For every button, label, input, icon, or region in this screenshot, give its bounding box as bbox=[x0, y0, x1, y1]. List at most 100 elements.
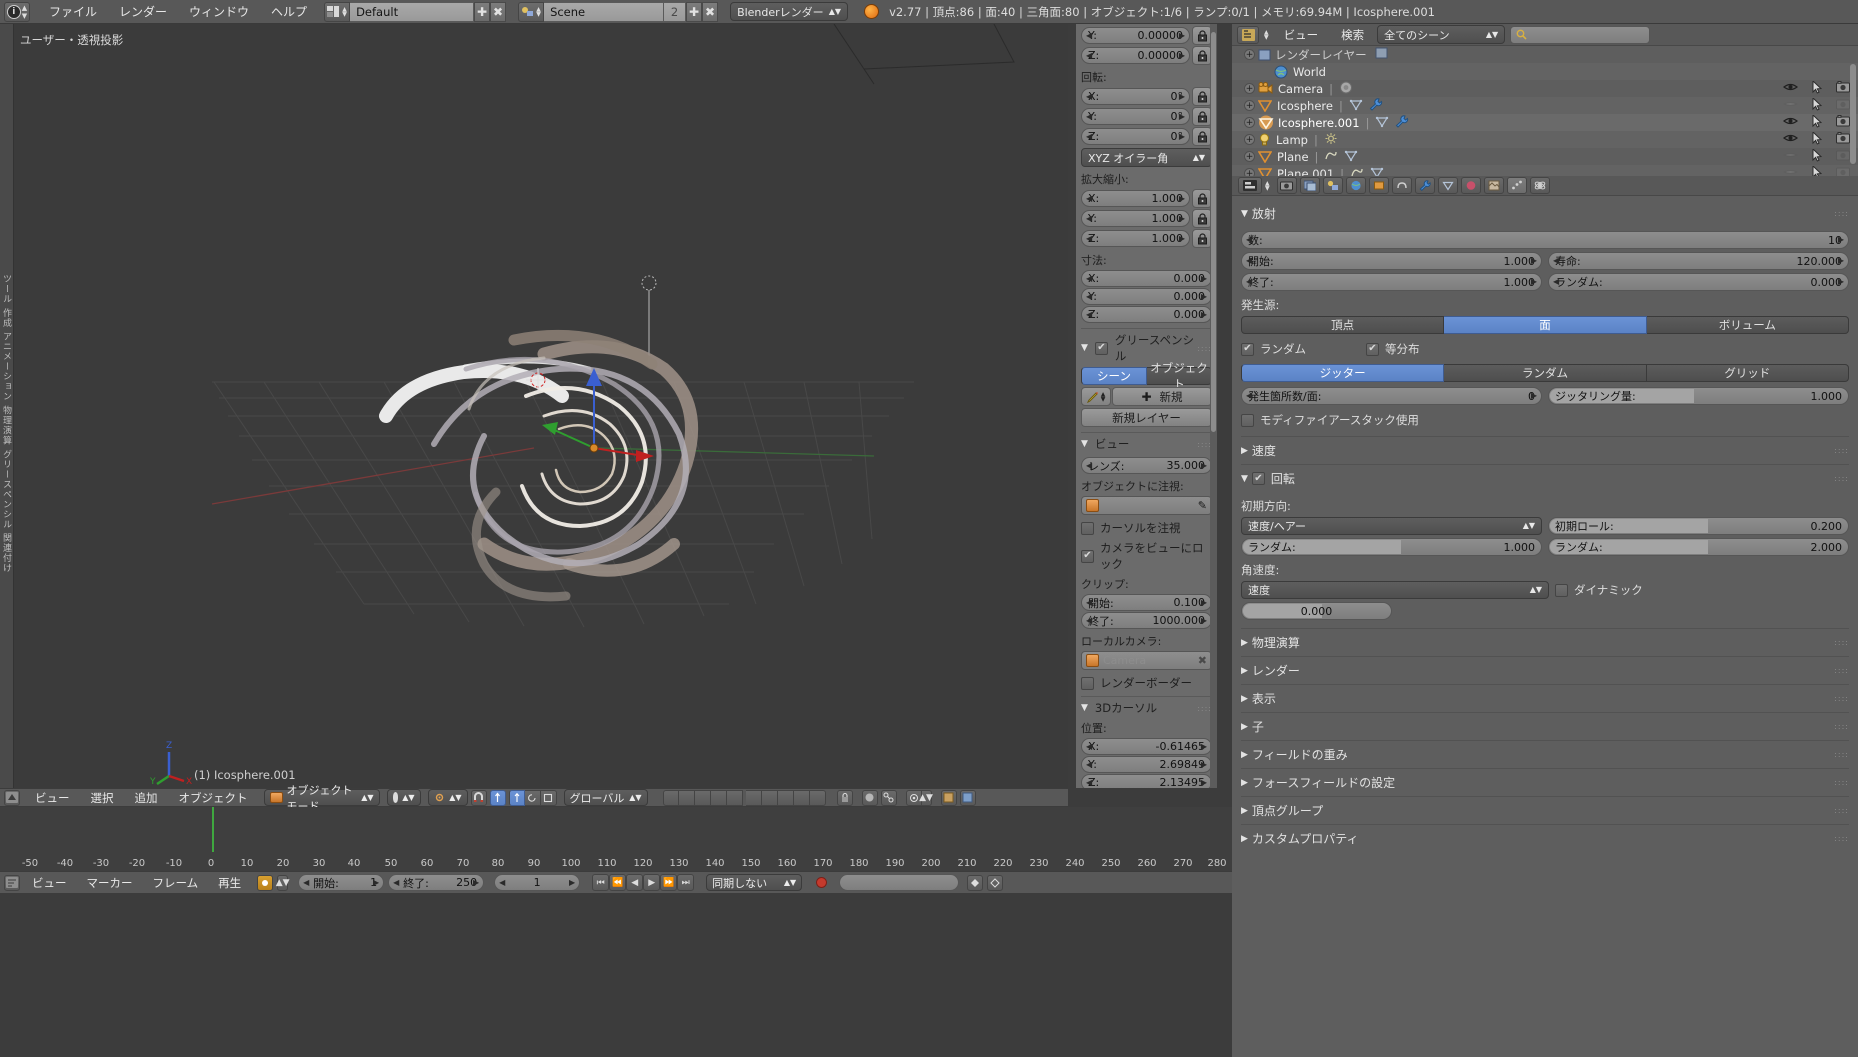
location-z-field[interactable]: Z: 0.00000 bbox=[1081, 47, 1190, 64]
frame-start-field[interactable]: ◀ 開始: 1 ▶ bbox=[298, 874, 385, 891]
random-orientation-field[interactable]: ランダム: 1.000 bbox=[1241, 538, 1542, 556]
camera-data-icon[interactable] bbox=[1339, 81, 1354, 97]
rotation-y-field[interactable]: Y: 0° bbox=[1081, 108, 1190, 125]
jump-to-end-button[interactable]: ⏭ bbox=[677, 874, 695, 891]
outliner-menu-search[interactable]: 検索 bbox=[1333, 27, 1372, 43]
visibility-eye-icon[interactable] bbox=[1783, 133, 1798, 146]
force-field-panel-header[interactable]: ▶ フォースフィールドの設定 :::: bbox=[1241, 768, 1849, 796]
visibility-eye-icon[interactable] bbox=[1783, 82, 1798, 95]
even-distribution-row[interactable]: 等分布 bbox=[1366, 341, 1420, 357]
visibility-eye-icon[interactable] bbox=[1783, 116, 1798, 129]
properties-tab-material[interactable] bbox=[1460, 177, 1481, 194]
emit-from-volume-button[interactable]: ボリューム bbox=[1646, 316, 1849, 334]
layer-button-4[interactable] bbox=[710, 789, 727, 806]
lock-cursor-row[interactable]: カーソルを注視 bbox=[1081, 520, 1212, 536]
arrow-left-icon[interactable]: ◀ bbox=[393, 878, 399, 887]
node-editor-icon[interactable] bbox=[880, 789, 897, 806]
lock-scale-z-icon[interactable] bbox=[1192, 229, 1212, 248]
outliner-row-camera[interactable]: + Camera | bbox=[1232, 79, 1858, 97]
menu-window[interactable]: ウィンドウ bbox=[178, 0, 260, 24]
mesh-data-icon[interactable] bbox=[1370, 166, 1384, 176]
current-frame-field[interactable]: ◀ 1 ▶ bbox=[494, 874, 581, 891]
arrow-right-icon[interactable]: ▶ bbox=[569, 878, 575, 887]
initial-roll-field[interactable]: 初期ロール: 0.200 bbox=[1548, 517, 1849, 535]
properties-tab-modifiers[interactable] bbox=[1414, 177, 1435, 194]
lock-rotation-z-icon[interactable] bbox=[1192, 127, 1212, 146]
clip-start-field[interactable]: 開始: 0.100 bbox=[1081, 594, 1212, 611]
editor-type-icon[interactable] bbox=[1237, 25, 1259, 44]
menu-file[interactable]: ファイル bbox=[38, 0, 108, 24]
manipulator-scale-icon[interactable] bbox=[540, 789, 557, 806]
lock-object-field[interactable]: ✎ bbox=[1081, 496, 1212, 515]
lock-scale-y-icon[interactable] bbox=[1192, 209, 1212, 228]
selectable-cursor-icon[interactable] bbox=[1812, 96, 1823, 114]
gp-new-layer-button[interactable]: 新規レイヤー bbox=[1081, 408, 1212, 427]
gp-tab-object[interactable]: オブジェクト bbox=[1147, 361, 1212, 391]
keying-set-field[interactable] bbox=[839, 874, 960, 891]
location-y-field[interactable]: Y: 0.00000 bbox=[1081, 27, 1190, 44]
mesh-data-icon[interactable] bbox=[1344, 149, 1358, 165]
cursor-z-field[interactable]: Z: 2.13495 bbox=[1081, 774, 1212, 788]
expand-icon[interactable]: + bbox=[1244, 117, 1255, 128]
visibility-eye-icon[interactable] bbox=[1782, 167, 1799, 176]
emission-panel-header[interactable]: ▼ 放射 :::: bbox=[1241, 202, 1849, 225]
play-button[interactable]: ▶ bbox=[643, 874, 661, 891]
editor-type-icon[interactable] bbox=[4, 789, 20, 806]
distribution-jittered-button[interactable]: ジッター bbox=[1241, 364, 1445, 382]
clip-end-field[interactable]: 終了: 1000.000 bbox=[1081, 612, 1212, 629]
record-icon[interactable] bbox=[816, 877, 828, 888]
lifetime-field[interactable]: 寿命: 120.000 bbox=[1548, 252, 1849, 270]
3d-viewport[interactable]: Z Y X ユーザー・透視投影 (1) Icosphere.001 bbox=[14, 24, 1068, 788]
layer-button-6[interactable] bbox=[745, 789, 762, 806]
timeline-menu-view[interactable]: ビュー bbox=[24, 875, 75, 891]
outliner-row-icosphere[interactable]: + Icosphere | bbox=[1232, 96, 1858, 114]
expand-icon[interactable]: + bbox=[1244, 168, 1255, 176]
mesh-data-icon[interactable] bbox=[1349, 98, 1363, 114]
viewport-menu-object[interactable]: オブジェクト bbox=[170, 790, 257, 806]
properties-tab-particles[interactable] bbox=[1506, 177, 1527, 194]
scene-name[interactable]: Scene bbox=[544, 1, 665, 22]
add-scene-button[interactable]: ✚ bbox=[686, 1, 703, 22]
layer-button-5[interactable] bbox=[726, 789, 743, 806]
outliner-search-input[interactable] bbox=[1510, 25, 1651, 44]
layer-button-9[interactable] bbox=[793, 789, 810, 806]
editor-type-icon[interactable] bbox=[1238, 177, 1262, 194]
physics-icon[interactable] bbox=[1324, 149, 1338, 165]
auto-keying-icon[interactable] bbox=[257, 874, 274, 891]
arrow-right-icon[interactable]: ▶ bbox=[473, 878, 479, 887]
viewport-shading-select[interactable]: ▲▼ bbox=[386, 789, 421, 806]
rotation-z-field[interactable]: Z: 0° bbox=[1081, 128, 1190, 145]
random-roll-field[interactable]: ランダム: 2.000 bbox=[1548, 538, 1849, 556]
render-border-checkbox[interactable] bbox=[1081, 676, 1094, 690]
distribution-random-button[interactable]: ランダム bbox=[1444, 364, 1647, 382]
viewport-menu-view[interactable]: ビュー bbox=[26, 790, 79, 806]
menu-render[interactable]: レンダー bbox=[108, 0, 178, 24]
renderable-camera-icon[interactable] bbox=[1836, 149, 1850, 164]
screen-layout-icon[interactable]: ▲ ▼ bbox=[324, 1, 351, 22]
dimension-z-field[interactable]: Z: 0.000 bbox=[1081, 306, 1212, 323]
properties-tab-physics[interactable] bbox=[1529, 177, 1550, 194]
view-panel-header[interactable]: ▼ ビュー :::: bbox=[1081, 436, 1212, 452]
use-modifier-stack-row[interactable]: モディファイアースタック使用 bbox=[1241, 412, 1849, 428]
custom-properties-panel-header[interactable]: ▶ カスタムプロパティ :::: bbox=[1241, 824, 1849, 852]
render-panel-header[interactable]: ▶ レンダー :::: bbox=[1241, 656, 1849, 684]
snap-magnet-icon[interactable] bbox=[470, 789, 487, 806]
scene-selector[interactable]: ▲ ▼ Scene 2 ✚ ✖ bbox=[518, 1, 719, 22]
outliner-row-plane-001[interactable]: + Plane.001 | bbox=[1232, 164, 1858, 176]
outliner-display-mode-select[interactable]: 全てのシーン ▲▼ bbox=[1377, 25, 1506, 44]
renderable-camera-icon[interactable] bbox=[1836, 98, 1850, 113]
outliner-row-world[interactable]: World bbox=[1232, 63, 1858, 80]
expand-icon[interactable]: + bbox=[1244, 151, 1255, 162]
selectable-cursor-icon[interactable] bbox=[1812, 164, 1823, 176]
layer-button-10[interactable] bbox=[809, 789, 826, 806]
layer-button-2[interactable] bbox=[678, 789, 695, 806]
properties-tab-object[interactable] bbox=[1368, 177, 1389, 194]
emission-end-field[interactable]: 終了: 1.000 bbox=[1241, 273, 1542, 291]
even-distribution-checkbox[interactable] bbox=[1366, 342, 1379, 356]
render-border-row[interactable]: レンダーボーダー bbox=[1081, 675, 1212, 691]
modifier-wrench-icon[interactable] bbox=[1369, 97, 1383, 114]
selectable-cursor-icon[interactable] bbox=[1812, 113, 1823, 131]
expand-icon[interactable]: + bbox=[1244, 49, 1255, 60]
delete-keyframe-icon[interactable] bbox=[987, 874, 1004, 891]
layer-button-1[interactable] bbox=[662, 789, 679, 806]
